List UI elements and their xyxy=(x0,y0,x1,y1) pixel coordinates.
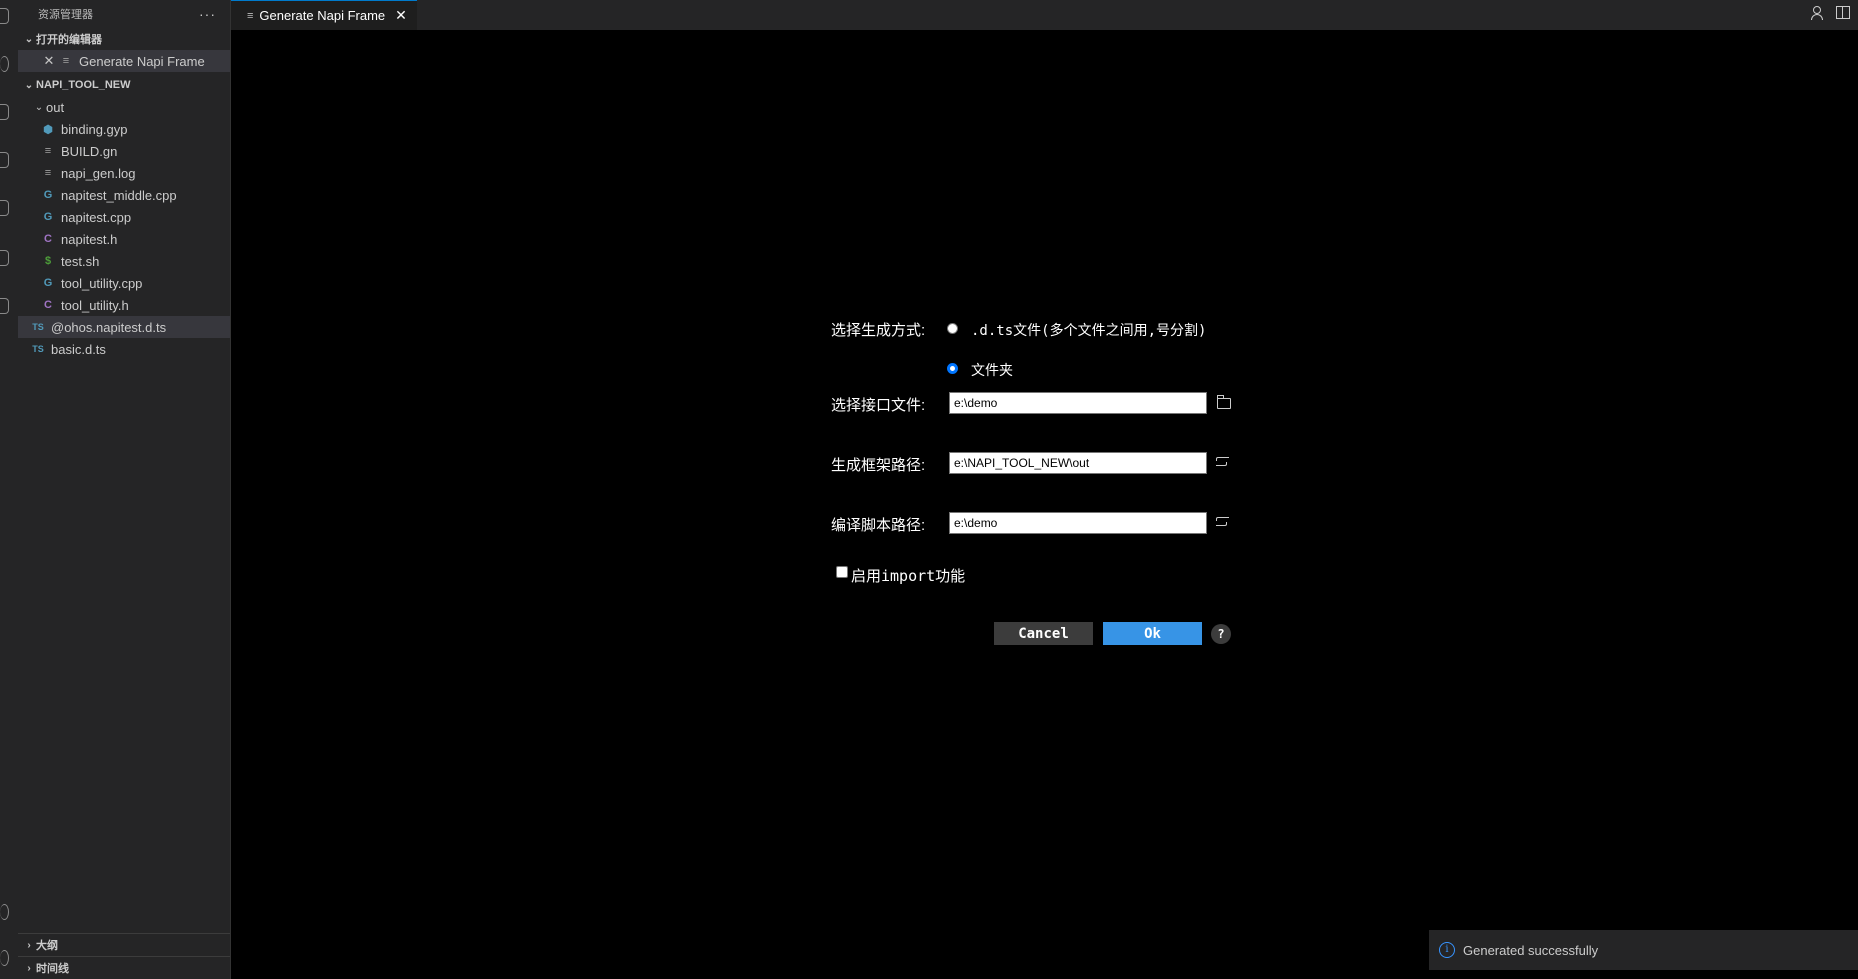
file-label: napitest.h xyxy=(61,231,118,247)
open-editor-label: Generate Napi Frame xyxy=(79,53,205,69)
file-label: tool_utility.h xyxy=(61,297,129,313)
header-file-icon: C xyxy=(44,233,52,245)
frame-path-label: 生成框架路径: xyxy=(831,457,926,474)
explorer-title: 资源管理器 xyxy=(38,9,93,21)
extensions-icon[interactable] xyxy=(0,200,9,216)
file-label: napi_gen.log xyxy=(61,165,136,181)
timeline-label: 时间线 xyxy=(36,963,69,975)
close-icon[interactable]: ✕ xyxy=(395,7,407,24)
ok-button[interactable]: Ok xyxy=(1103,622,1202,645)
file-label: basic.d.ts xyxy=(51,341,106,357)
radio-dts-file[interactable] xyxy=(947,323,958,334)
outline-section[interactable]: › 大纲 xyxy=(18,934,230,956)
tab-generate-napi-frame[interactable]: ≡ Generate Napi Frame ✕ xyxy=(231,0,417,30)
source-control-icon[interactable] xyxy=(0,104,9,120)
title-actions xyxy=(1811,6,1850,20)
chevron-right-icon: › xyxy=(27,962,31,974)
cancel-button[interactable]: Cancel xyxy=(994,622,1093,645)
file-item[interactable]: G napitest_middle.cpp xyxy=(18,184,230,206)
run-debug-icon[interactable] xyxy=(0,152,9,168)
typescript-file-icon: TS xyxy=(32,322,44,332)
settings-gear-icon[interactable] xyxy=(0,950,9,966)
browse-path-icon[interactable] xyxy=(1216,456,1230,466)
open-editors-label: 打开的编辑器 xyxy=(36,34,102,46)
more-actions-icon[interactable]: ··· xyxy=(199,6,216,22)
explorer-sidebar: 资源管理器 ··· ⌄ 打开的编辑器 ✕ ≡ Generate Napi Fra… xyxy=(18,0,231,979)
file-item[interactable]: C tool_utility.h xyxy=(18,294,230,316)
chevron-right-icon: › xyxy=(27,939,31,951)
script-path-input[interactable]: e:\demo xyxy=(949,512,1207,534)
folder-icon[interactable] xyxy=(1217,395,1231,409)
notification-message: Generated successfully xyxy=(1463,942,1599,958)
text-file-icon: ≡ xyxy=(44,167,52,179)
folder-label: out xyxy=(46,99,65,115)
file-item[interactable]: TS basic.d.ts xyxy=(18,338,230,360)
chevron-down-icon: ⌄ xyxy=(24,79,34,91)
mode-label: 选择生成方式: xyxy=(831,322,926,339)
interface-file-label: 选择接口文件: xyxy=(831,397,926,414)
file-item[interactable]: TS @ohos.napitest.d.ts xyxy=(18,316,230,338)
cpp-file-icon: G xyxy=(43,189,53,201)
chevron-down-icon: ⌄ xyxy=(34,101,44,113)
radio-folder[interactable] xyxy=(947,363,958,374)
explorer-header: 资源管理器 ··· xyxy=(18,0,230,28)
file-lines-icon: ≡ xyxy=(247,9,254,22)
browse-path-icon[interactable] xyxy=(1216,516,1230,526)
notification-toast: i Generated successfully xyxy=(1429,930,1858,970)
header-file-icon: C xyxy=(44,299,52,311)
interface-file-input[interactable]: e:\demo xyxy=(949,392,1207,414)
account-icon[interactable] xyxy=(0,904,9,920)
help-icon[interactable]: ? xyxy=(1211,624,1231,644)
file-item[interactable]: G tool_utility.cpp xyxy=(18,272,230,294)
outline-label: 大纲 xyxy=(36,940,58,952)
file-label: napitest_middle.cpp xyxy=(61,187,177,203)
activity-bar xyxy=(0,0,18,979)
account-icon[interactable] xyxy=(1811,6,1823,20)
cpp-file-icon: G xyxy=(43,211,53,223)
option-dts-label: .d.ts文件(多个文件之间用,号分割) xyxy=(971,323,1207,339)
project-section[interactable]: ⌄ NAPI_TOOL_NEW xyxy=(18,74,230,96)
search-icon[interactable] xyxy=(0,56,9,72)
gyp-file-icon: ⬢ xyxy=(43,123,53,136)
explorer-icon[interactable] xyxy=(0,8,9,24)
file-label: test.sh xyxy=(61,253,100,269)
file-label: napitest.cpp xyxy=(61,209,132,225)
project-label: NAPI_TOOL_NEW xyxy=(36,79,131,91)
info-icon: i xyxy=(1439,942,1455,958)
file-label: tool_utility.cpp xyxy=(61,275,143,291)
file-item[interactable]: C napitest.h xyxy=(18,228,230,250)
typescript-file-icon: TS xyxy=(32,344,44,354)
script-path-label: 编译脚本路径: xyxy=(831,517,926,534)
open-editors-section[interactable]: ⌄ 打开的编辑器 xyxy=(18,28,230,50)
option-folder-label: 文件夹 xyxy=(971,363,1013,379)
text-file-icon: ≡ xyxy=(44,145,52,157)
shell-file-icon: $ xyxy=(44,255,52,267)
remote-icon[interactable] xyxy=(0,250,9,266)
file-label: @ohos.napitest.d.ts xyxy=(51,319,167,335)
import-checkbox[interactable] xyxy=(836,566,848,578)
frame-path-input[interactable]: e:\NAPI_TOOL_NEW\out xyxy=(949,452,1207,474)
file-item[interactable]: ⬢ binding.gyp xyxy=(18,118,230,140)
tab-label: Generate Napi Frame xyxy=(259,8,386,23)
timeline-section[interactable]: › 时间线 xyxy=(18,956,230,979)
file-item[interactable]: $ test.sh xyxy=(18,250,230,272)
file-label: BUILD.gn xyxy=(61,143,118,159)
cpp-file-icon: G xyxy=(43,277,53,289)
sidebar-bottom-panels: › 大纲 › 时间线 xyxy=(18,933,230,979)
close-icon[interactable]: ✕ xyxy=(40,53,58,69)
toggle-panel-icon[interactable] xyxy=(1836,6,1850,19)
testing-icon[interactable] xyxy=(0,298,9,314)
file-lines-icon: ≡ xyxy=(62,55,70,67)
file-label: binding.gyp xyxy=(61,121,128,137)
chevron-down-icon: ⌄ xyxy=(24,33,34,45)
editor-tab-bar: ≡ Generate Napi Frame ✕ xyxy=(231,0,1858,30)
folder-out[interactable]: ⌄ out xyxy=(18,96,230,118)
file-item[interactable]: ≡ napi_gen.log xyxy=(18,162,230,184)
file-item[interactable]: G napitest.cpp xyxy=(18,206,230,228)
import-label: 启用import功能 xyxy=(851,567,966,585)
file-item[interactable]: ≡ BUILD.gn xyxy=(18,140,230,162)
open-editor-item[interactable]: ✕ ≡ Generate Napi Frame xyxy=(18,50,230,72)
